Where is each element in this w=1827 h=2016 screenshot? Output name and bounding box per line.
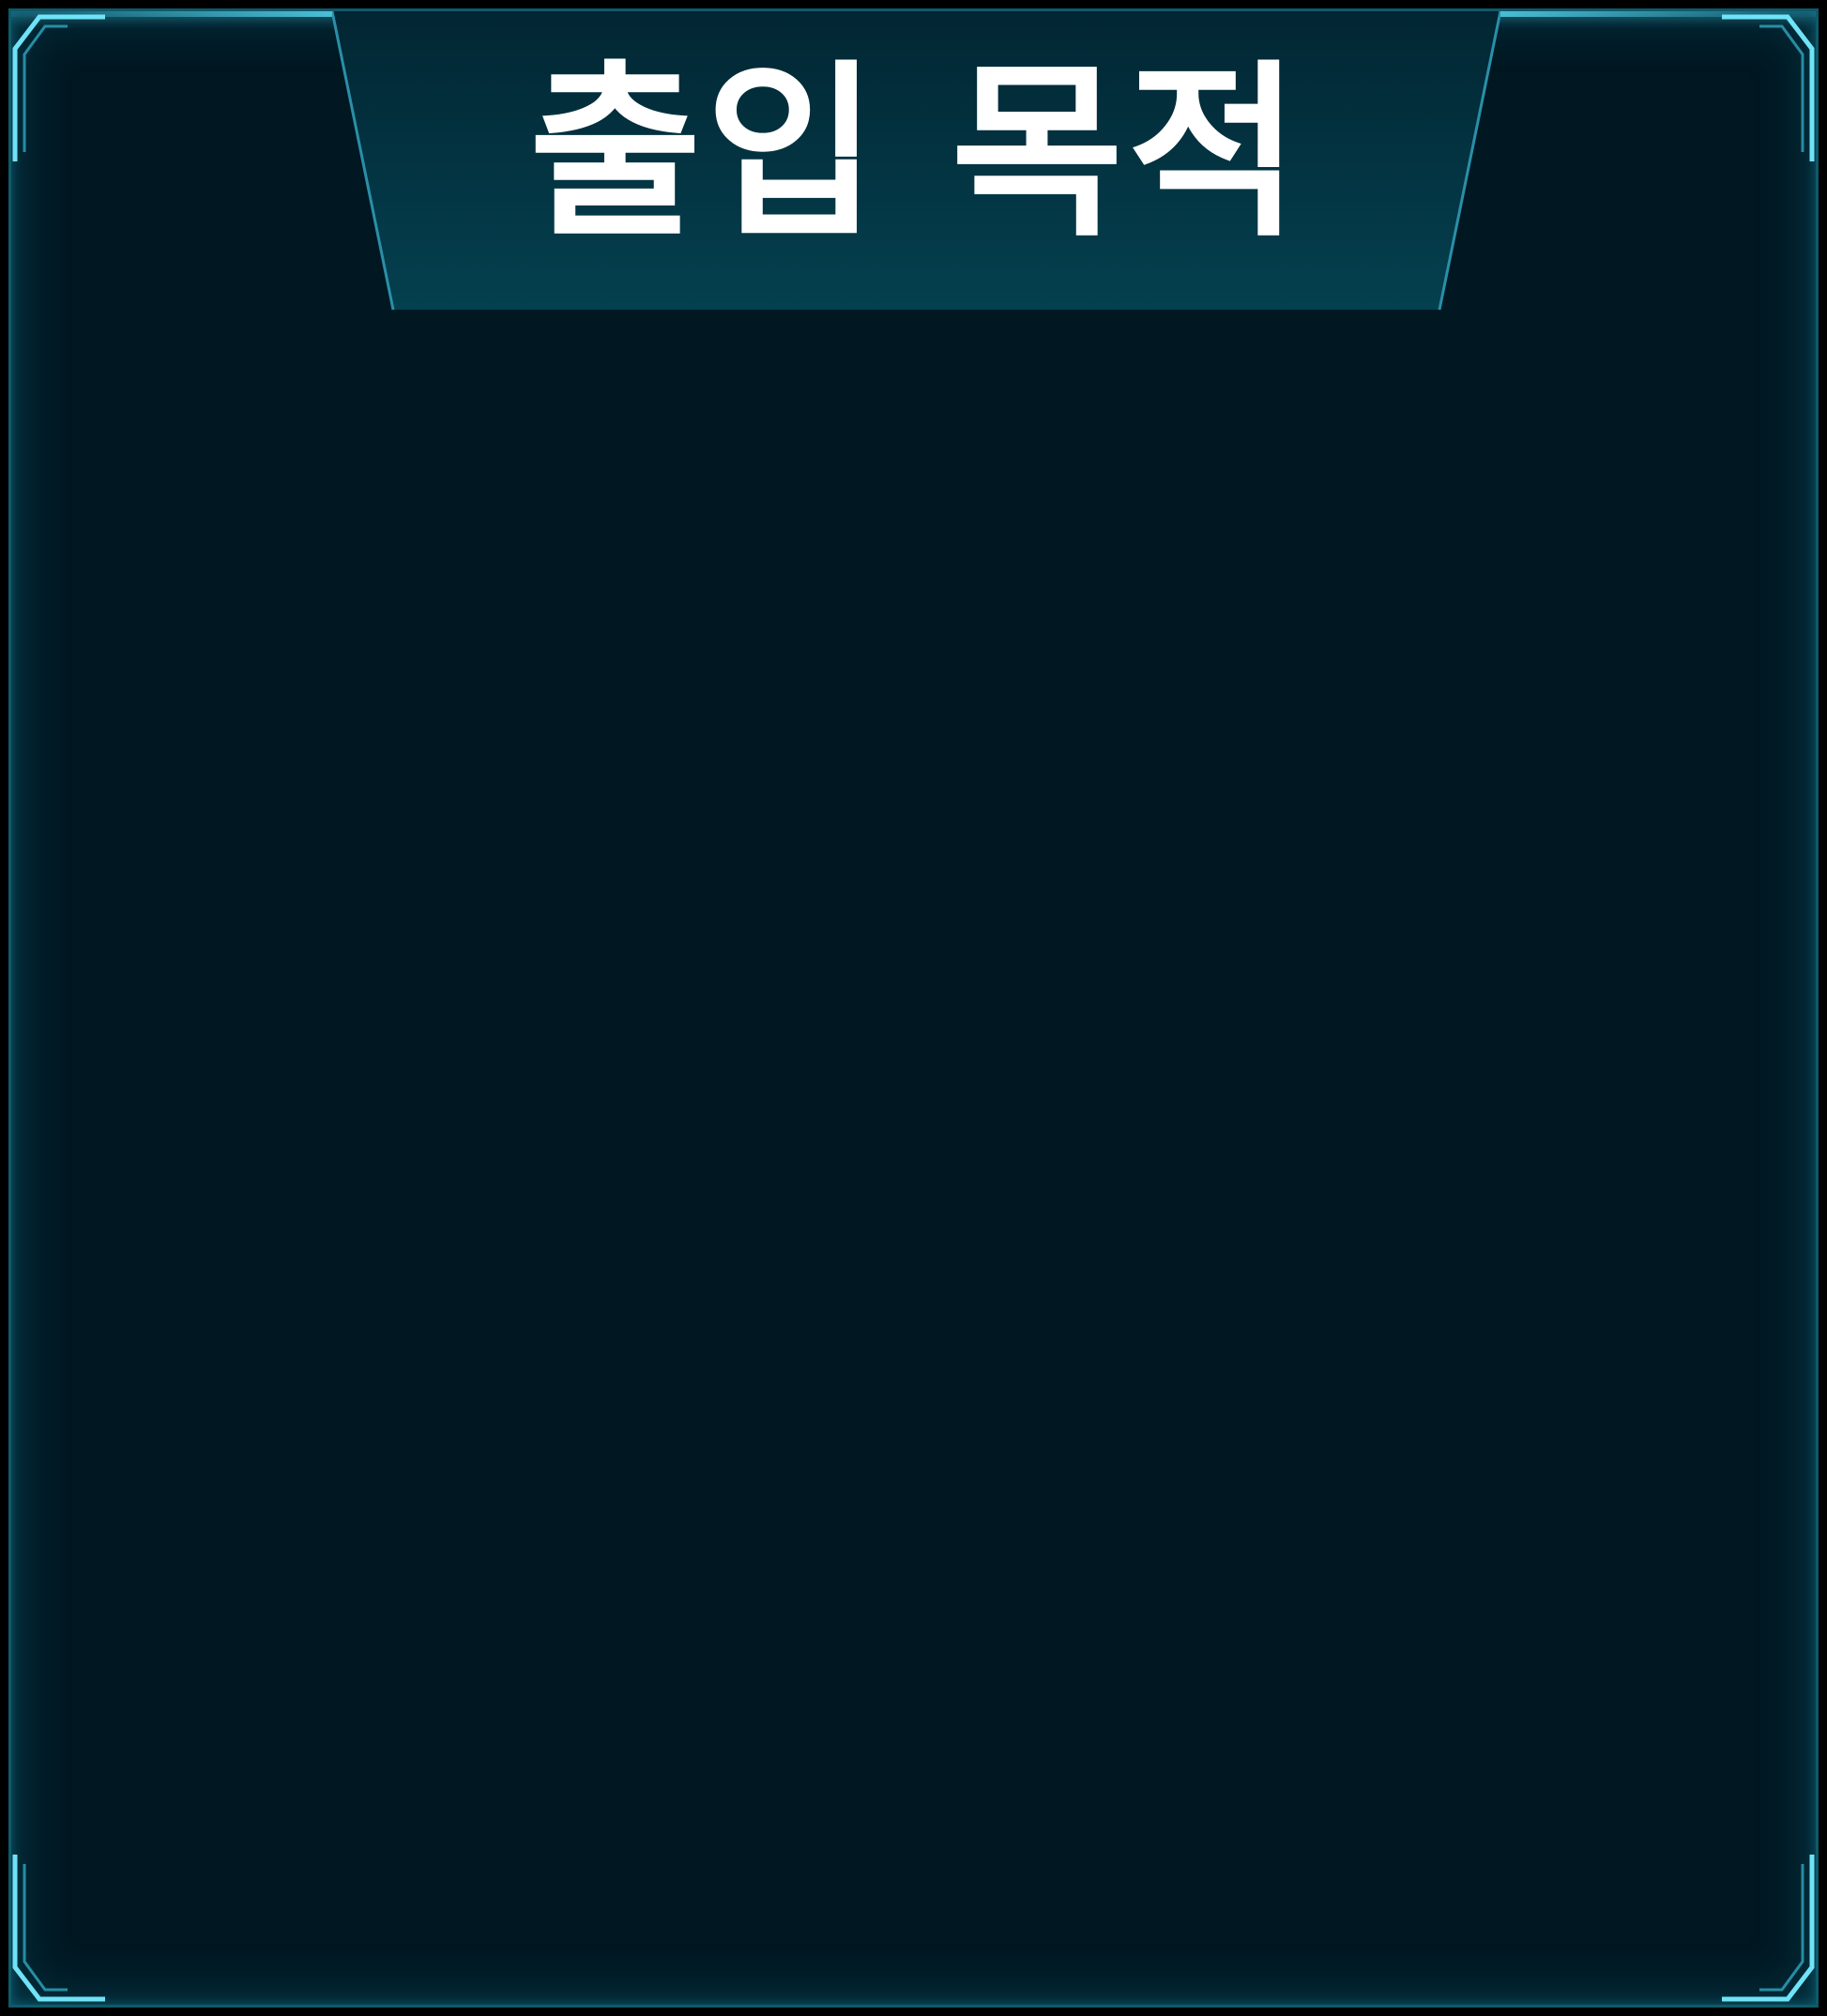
corner-top-left-icon xyxy=(11,11,124,161)
content-area xyxy=(49,330,1778,1963)
title-tab: 출입 목적 xyxy=(332,11,1500,315)
entry-purpose-panel: 출입 목적 xyxy=(8,8,1819,2008)
corner-top-right-icon xyxy=(1703,11,1816,161)
panel-title: 출입 목적 xyxy=(528,44,1304,263)
